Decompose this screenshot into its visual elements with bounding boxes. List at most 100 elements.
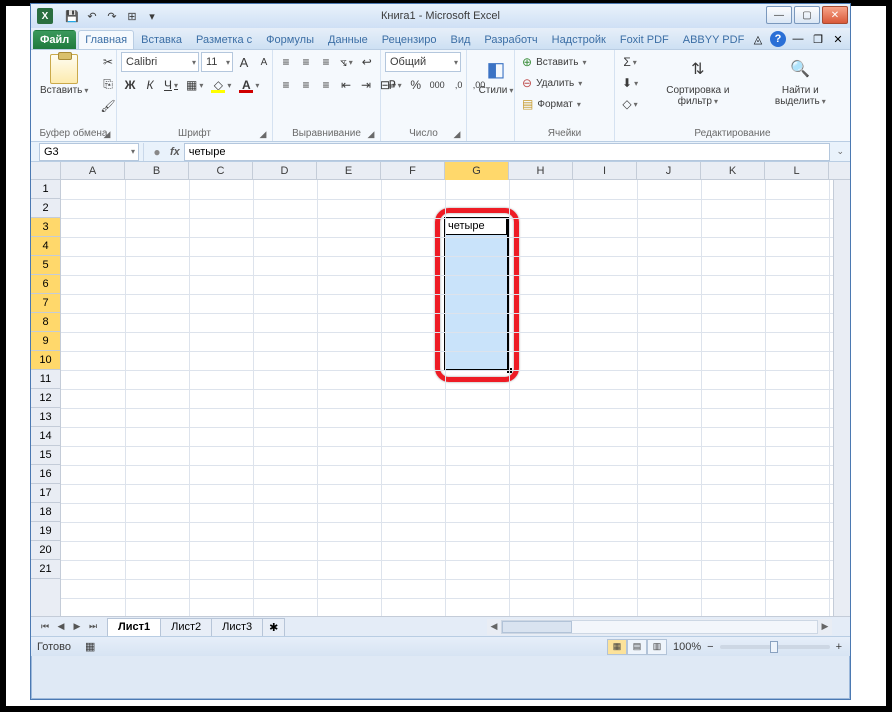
bold-button[interactable]: Ж bbox=[121, 75, 139, 95]
col-header-G[interactable]: G bbox=[445, 162, 509, 180]
orientation-icon[interactable]: ⦪ bbox=[337, 52, 356, 72]
tab-view[interactable]: Вид bbox=[444, 30, 478, 49]
clear-icon[interactable]: ◇ bbox=[619, 94, 641, 114]
col-header-C[interactable]: C bbox=[189, 162, 253, 180]
col-header-I[interactable]: I bbox=[573, 162, 637, 180]
help-icon[interactable]: ? bbox=[770, 31, 786, 47]
row-header-17[interactable]: 17 bbox=[31, 484, 60, 503]
row-header-21[interactable]: 21 bbox=[31, 560, 60, 579]
row-header-2[interactable]: 2 bbox=[31, 199, 60, 218]
tab-pagelayout[interactable]: Разметка с bbox=[189, 30, 259, 49]
align-middle-icon[interactable]: ≡ bbox=[297, 52, 315, 72]
copy-icon[interactable]: ⎘ bbox=[97, 74, 118, 94]
comma-icon[interactable]: 000 bbox=[427, 75, 448, 95]
row-header-9[interactable]: 9 bbox=[31, 332, 60, 351]
inc-decimal-icon[interactable]: ,0 bbox=[450, 75, 468, 95]
font-name-combo[interactable]: Calibri▾ bbox=[121, 52, 199, 72]
tab-formulas[interactable]: Формулы bbox=[259, 30, 321, 49]
minimize-button[interactable]: — bbox=[766, 6, 792, 24]
clipboard-launcher-icon[interactable]: ◢ bbox=[102, 129, 112, 139]
fx-round-icon[interactable]: ● bbox=[148, 143, 166, 161]
wrap-text-icon[interactable]: ↩ bbox=[358, 52, 376, 72]
cut-icon[interactable]: ✂ bbox=[97, 52, 118, 72]
sheet-nav-first-icon[interactable]: ⏮ bbox=[37, 619, 53, 635]
indent-dec-icon[interactable]: ⇤ bbox=[337, 75, 355, 95]
col-header-L[interactable]: L bbox=[765, 162, 829, 180]
sheet-nav-last-icon[interactable]: ⏭ bbox=[85, 619, 101, 635]
grow-font-icon[interactable]: A bbox=[235, 52, 253, 72]
tab-foxitpdf[interactable]: Foxit PDF bbox=[613, 30, 676, 49]
number-launcher-icon[interactable]: ◢ bbox=[452, 129, 462, 139]
tab-home[interactable]: Главная bbox=[78, 30, 134, 49]
vertical-scrollbar[interactable] bbox=[833, 180, 850, 616]
sheet-tab-2[interactable]: Лист2 bbox=[160, 618, 212, 636]
border-button[interactable]: ▦ bbox=[183, 75, 206, 95]
redo-icon[interactable]: ↷ bbox=[103, 7, 121, 25]
row-header-3[interactable]: 3 bbox=[31, 218, 60, 237]
sheet-nav-next-icon[interactable]: ▶ bbox=[69, 619, 85, 635]
font-launcher-icon[interactable]: ◢ bbox=[258, 129, 268, 139]
view-pagebreak-icon[interactable]: ▥ bbox=[647, 639, 667, 655]
tab-developer[interactable]: Разработч bbox=[477, 30, 544, 49]
zoom-out-icon[interactable]: − bbox=[707, 641, 713, 653]
autosum-icon[interactable]: Σ bbox=[619, 52, 641, 72]
sheet-tab-3[interactable]: Лист3 bbox=[211, 618, 263, 636]
italic-button[interactable]: К bbox=[141, 75, 159, 95]
zoom-slider[interactable] bbox=[720, 645, 830, 649]
horizontal-scrollbar[interactable]: ◀ ▶ bbox=[487, 619, 832, 635]
row-header-18[interactable]: 18 bbox=[31, 503, 60, 522]
col-header-H[interactable]: H bbox=[509, 162, 573, 180]
paste-button[interactable]: Вставить bbox=[35, 52, 93, 99]
sheet-tab-1[interactable]: Лист1 bbox=[107, 618, 161, 636]
row-header-6[interactable]: 6 bbox=[31, 275, 60, 294]
row-header-15[interactable]: 15 bbox=[31, 446, 60, 465]
row-header-12[interactable]: 12 bbox=[31, 389, 60, 408]
row-header-19[interactable]: 19 bbox=[31, 522, 60, 541]
shrink-font-icon[interactable]: A bbox=[255, 52, 273, 72]
view-normal-icon[interactable]: ▦ bbox=[607, 639, 627, 655]
col-header-D[interactable]: D bbox=[253, 162, 317, 180]
row-header-4[interactable]: 4 bbox=[31, 237, 60, 256]
align-launcher-icon[interactable]: ◢ bbox=[366, 129, 376, 139]
format-cells-button[interactable]: ▤Формат bbox=[519, 94, 589, 114]
col-header-K[interactable]: K bbox=[701, 162, 765, 180]
tab-review[interactable]: Рецензиро bbox=[375, 30, 444, 49]
align-bottom-icon[interactable]: ≡ bbox=[317, 52, 335, 72]
align-center-icon[interactable]: ≡ bbox=[297, 75, 315, 95]
zoom-thumb[interactable] bbox=[770, 641, 778, 653]
accounting-icon[interactable]: ₽ bbox=[385, 75, 405, 95]
active-cell[interactable]: четыре bbox=[445, 218, 507, 235]
close-button[interactable]: ✕ bbox=[822, 6, 848, 24]
row-header-11[interactable]: 11 bbox=[31, 370, 60, 389]
macro-record-icon[interactable]: ▦ bbox=[85, 640, 95, 653]
fill-icon[interactable]: ⬇ bbox=[619, 73, 641, 93]
qat-dropdown-icon[interactable]: ▾ bbox=[143, 7, 161, 25]
new-sheet-button[interactable]: ✱ bbox=[262, 618, 285, 636]
insert-cells-button[interactable]: ⊕Вставить bbox=[519, 52, 589, 72]
align-left-icon[interactable]: ≡ bbox=[277, 75, 295, 95]
row-header-14[interactable]: 14 bbox=[31, 427, 60, 446]
row-header-5[interactable]: 5 bbox=[31, 256, 60, 275]
doc-restore-icon[interactable]: ❐ bbox=[810, 31, 826, 47]
col-header-B[interactable]: B bbox=[125, 162, 189, 180]
delete-cells-button[interactable]: ⊖Удалить bbox=[519, 73, 589, 93]
select-all-corner[interactable] bbox=[31, 162, 61, 180]
tab-data[interactable]: Данные bbox=[321, 30, 375, 49]
row-header-20[interactable]: 20 bbox=[31, 541, 60, 560]
name-box[interactable]: G3▾ bbox=[39, 143, 139, 161]
qat-custom-icon[interactable]: ⊞ bbox=[123, 7, 141, 25]
tab-abbyypdf[interactable]: ABBYY PDF bbox=[676, 30, 752, 49]
col-header-F[interactable]: F bbox=[381, 162, 445, 180]
row-header-8[interactable]: 8 bbox=[31, 313, 60, 332]
formatpainter-icon[interactable]: 🖌 bbox=[97, 96, 118, 116]
col-header-E[interactable]: E bbox=[317, 162, 381, 180]
save-icon[interactable]: 💾 bbox=[63, 7, 81, 25]
formula-bar[interactable]: четыре bbox=[184, 143, 830, 161]
minimize-ribbon-icon[interactable]: ◬ bbox=[750, 31, 766, 47]
indent-inc-icon[interactable]: ⇥ bbox=[357, 75, 375, 95]
view-pagelayout-icon[interactable]: ▤ bbox=[627, 639, 647, 655]
doc-minimize-icon[interactable]: — bbox=[790, 31, 806, 47]
sort-filter-button[interactable]: ⇅ Сортировка и фильтр bbox=[645, 52, 751, 110]
doc-close-icon[interactable]: ✕ bbox=[830, 31, 846, 47]
tab-file[interactable]: Файл bbox=[33, 30, 76, 49]
